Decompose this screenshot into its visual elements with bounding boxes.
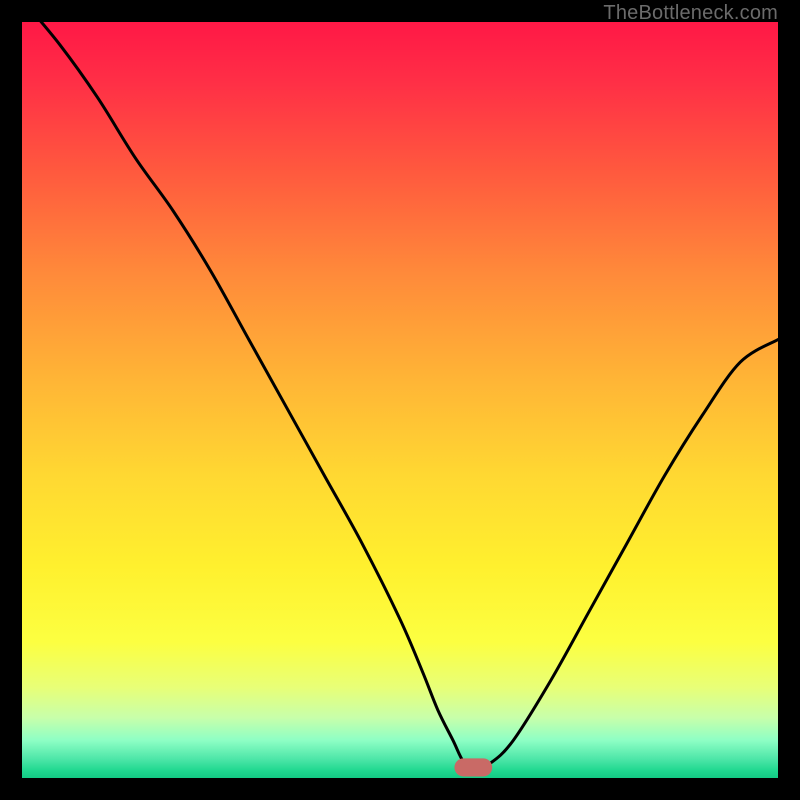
bottleneck-chart: TheBottleneck.com <box>0 0 800 800</box>
optimum-marker <box>454 758 492 776</box>
plot-area <box>22 22 778 778</box>
bottleneck-curve-line <box>22 22 778 767</box>
chart-svg <box>22 22 778 778</box>
watermark-text: TheBottleneck.com <box>603 2 778 25</box>
